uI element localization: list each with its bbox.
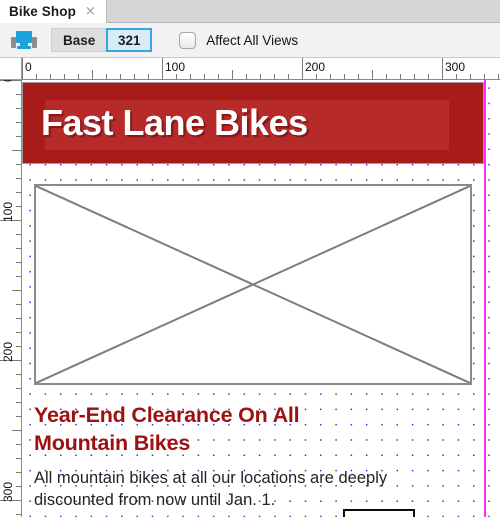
ruler-label: 100 (165, 60, 186, 74)
breakpoint-control: Base 321 (51, 28, 153, 52)
ruler-label: 100 (1, 201, 15, 222)
affect-all-views-label: Affect All Views (206, 32, 299, 48)
ruler-label: 0 (25, 60, 32, 74)
guide-line-vertical[interactable] (484, 80, 486, 517)
design-canvas[interactable]: Fast Lane Bikes Year-End Clearance On Al… (22, 80, 500, 517)
ruler-corner (0, 58, 22, 80)
body-text[interactable]: All mountain bikes at all our locations … (34, 468, 464, 512)
monitor-screen-icon (16, 31, 32, 43)
breakpoint-width-input[interactable]: 321 (106, 28, 153, 52)
horizontal-ruler[interactable]: 0 100 200 300 (22, 58, 500, 80)
breakpoint-base-button[interactable]: Base (51, 28, 107, 52)
desktop-monitor-icon[interactable] (11, 31, 37, 49)
banner-title: Fast Lane Bikes (41, 102, 308, 143)
ruler-label: 300 (1, 481, 15, 502)
ruler-tick (372, 70, 373, 79)
tab-bike-shop[interactable]: Bike Shop × (0, 0, 107, 23)
ruler-tick (12, 290, 21, 291)
ruler-label: 300 (445, 60, 466, 74)
image-placeholder-cross-icon (36, 186, 470, 383)
image-placeholder[interactable] (34, 184, 472, 385)
ruler-tick (12, 150, 21, 151)
bottom-partial-widget[interactable] (343, 509, 415, 517)
ruler-label: 0 (1, 80, 15, 82)
affect-all-views-control[interactable]: Affect All Views (179, 31, 299, 49)
ruler-tick (92, 70, 93, 79)
site-banner[interactable]: Fast Lane Bikes (22, 82, 484, 164)
speaker-right-icon (32, 37, 37, 48)
vertical-ruler[interactable]: 0 100 200 300 (0, 80, 22, 517)
app-window: Bike Shop × Base 321 Affect All Views 0 1… (0, 0, 500, 517)
ruler-label: 200 (305, 60, 326, 74)
tab-bar: Bike Shop × (0, 0, 500, 23)
tab-title: Bike Shop (9, 4, 76, 19)
affect-all-views-checkbox[interactable] (179, 31, 197, 49)
view-toolbar: Base 321 Affect All Views (0, 23, 500, 58)
ruler-tick (232, 70, 233, 79)
monitor-base-icon (17, 46, 31, 49)
ruler-tick (12, 430, 21, 431)
ruler-label: 200 (1, 341, 15, 362)
close-icon[interactable]: × (85, 5, 96, 18)
headline-text[interactable]: Year-End Clearance On All Mountain Bikes (34, 402, 384, 457)
